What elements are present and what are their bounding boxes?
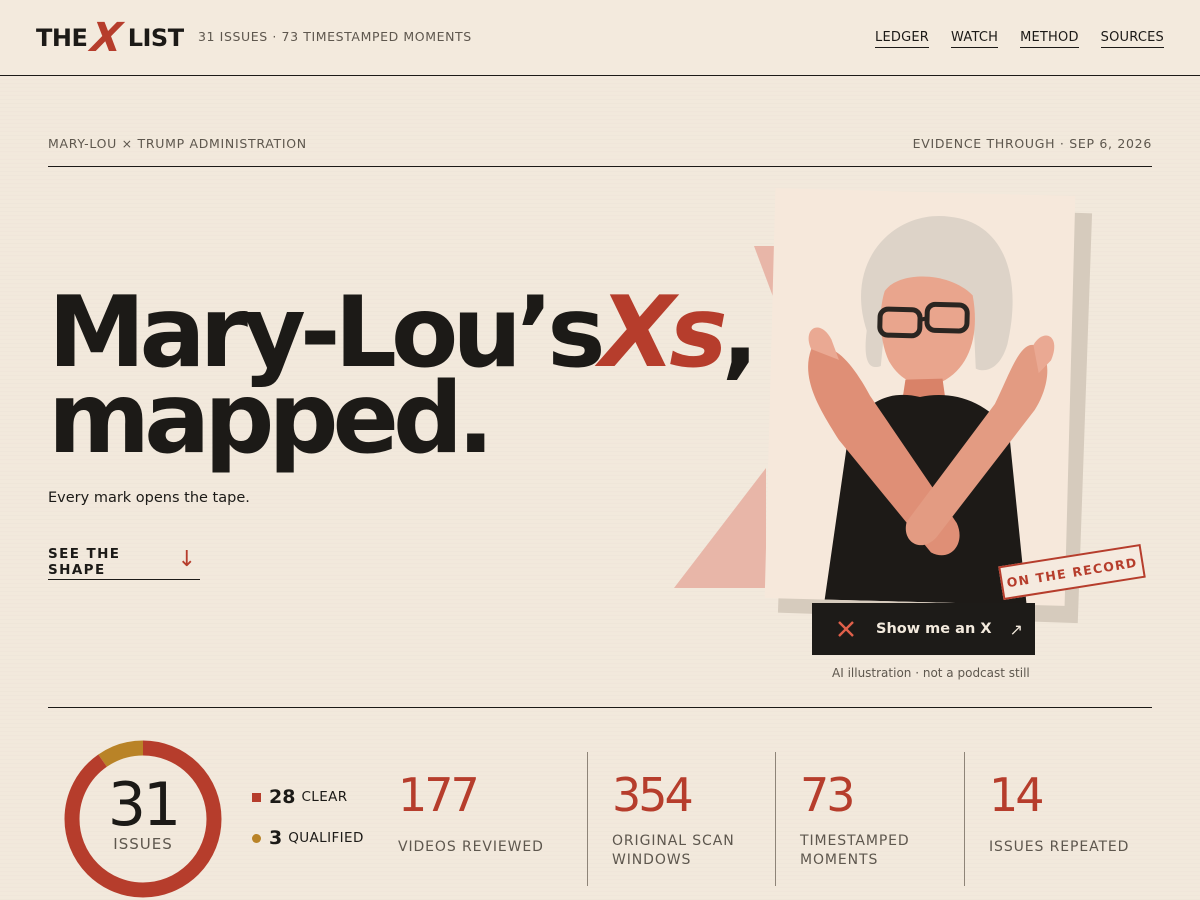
portrait-drawing	[808, 215, 1055, 605]
evidence-date: EVIDENCE THROUGH · SEP 6, 2026	[912, 136, 1152, 151]
headline-mapped: mapped.	[48, 362, 494, 476]
stat-scan-label: ORIGINAL SCAN WINDOWS	[612, 833, 735, 868]
stat-repeated-label: ISSUES REPEATED	[989, 839, 1130, 855]
portrait-illustration	[764, 188, 1076, 606]
legend-swatch-qualified	[252, 833, 261, 843]
legend-qualified: 3 QUALIFIED	[252, 827, 364, 849]
nav-method[interactable]: METHOD	[1020, 30, 1079, 48]
nav-ledger[interactable]: LEDGER	[875, 30, 930, 48]
donut-label: ISSUES	[113, 835, 173, 853]
stat-videos-label: VIDEOS REVIEWED	[398, 839, 544, 855]
donut-total: 31	[107, 770, 181, 840]
legend-clear: 28 CLEAR	[252, 786, 348, 808]
arrow-down-icon: ↓	[177, 547, 196, 572]
hero-subline: Every mark opens the tape.	[48, 490, 250, 506]
stat-scan-windows: 354 ORIGINAL SCAN WINDOWS	[612, 752, 762, 886]
stat-videos-value: 177	[398, 768, 480, 822]
see-the-shape-link[interactable]: SEE THE SHAPE ↓	[48, 544, 200, 580]
external-arrow-icon: ↗	[1009, 619, 1023, 639]
logo-prefix: THE	[36, 24, 88, 52]
logo-suffix: LIST	[127, 24, 184, 52]
legend-clear-count: 28	[269, 786, 296, 808]
show-me-an-x-button[interactable]: Show me an X ↗	[812, 603, 1035, 655]
subject-label: MARY-LOU × TRUMP ADMINISTRATION	[48, 136, 307, 151]
show-me-an-x-label: Show me an X	[876, 621, 992, 637]
stat-divider	[775, 752, 776, 886]
nav-sources[interactable]: SOURCES	[1100, 30, 1164, 48]
legend-swatch-clear	[252, 792, 261, 802]
legend-qualified-label: QUALIFIED	[288, 830, 364, 846]
site-tagline: 31 ISSUES · 73 TIMESTAMPED MOMENTS	[198, 29, 472, 44]
divider-top	[48, 166, 1152, 167]
site-logo[interactable]: THE X LIST	[36, 15, 184, 61]
stat-repeated-value: 14	[989, 768, 1045, 822]
stat-timestamped-value: 73	[800, 768, 856, 822]
illustration-caption: AI illustration · not a podcast still	[832, 666, 1030, 680]
stat-timestamped: 73 TIMESTAMPED MOMENTS	[800, 752, 950, 886]
stat-videos: 177 VIDEOS REVIEWED	[398, 752, 578, 886]
stat-repeated: 14 ISSUES REPEATED	[989, 752, 1149, 886]
nav-watch[interactable]: WATCH	[951, 30, 999, 48]
stat-divider	[587, 752, 588, 886]
stat-divider	[964, 752, 965, 886]
divider-stats	[48, 707, 1152, 708]
legend-qualified-count: 3	[269, 827, 283, 849]
logo-x-mark: X	[88, 15, 125, 61]
main-nav: LEDGER WATCH METHOD SOURCES	[875, 30, 1164, 48]
cta-label: SEE THE SHAPE	[48, 545, 121, 578]
x-icon	[838, 621, 854, 637]
top-bar: THE X LIST 31 ISSUES · 73 TIMESTAMPED MO…	[0, 0, 1200, 76]
hero-headline: Mary-Lou’sXs, mapped.	[48, 284, 759, 468]
stat-scan-value: 354	[612, 768, 694, 822]
legend-clear-label: CLEAR	[301, 789, 348, 805]
stat-timestamped-label: TIMESTAMPED MOMENTS	[800, 833, 910, 868]
